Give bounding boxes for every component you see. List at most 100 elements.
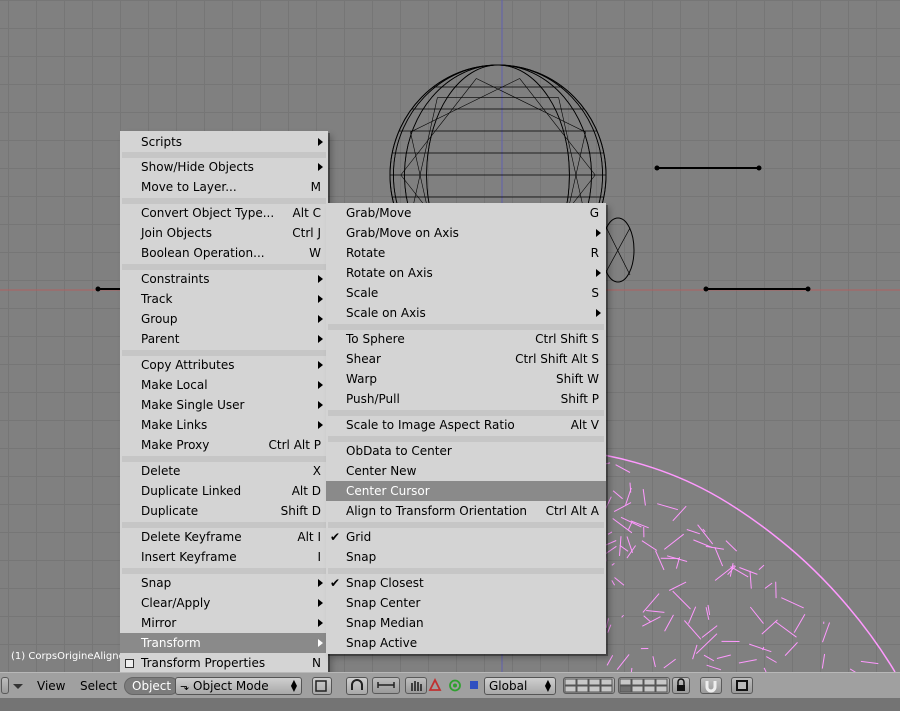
menu-item-duplicate[interactable]: Duplicate Shift D (120, 501, 328, 521)
menu-item-label: Copy Attributes (141, 358, 235, 372)
menu-item-label: Align to Transform Orientation (346, 504, 528, 518)
lock-layers-button[interactable] (672, 677, 690, 694)
submenu-arrow-icon (318, 619, 323, 627)
submenu-arrow-icon (318, 401, 323, 409)
window-type-button[interactable] (1, 677, 9, 694)
menu-item-label: Delete (141, 464, 181, 478)
menu-item-delete[interactable]: Delete X (120, 461, 328, 481)
menu-item-delete-keyframe[interactable]: Delete Keyframe Alt I (120, 527, 328, 547)
cube-wire-icon (315, 680, 327, 692)
layer-buttons-b[interactable] (618, 677, 670, 694)
menu-item-make-proxy[interactable]: Make Proxy Ctrl Alt P (120, 435, 328, 455)
menu-item-label: Group (141, 312, 178, 326)
menu-item-label: Snap Center (346, 596, 421, 610)
menu-item-obdata-to-center[interactable]: ObData to Center (326, 441, 606, 461)
submenu-arrow-icon (318, 381, 323, 389)
align-toggle-button[interactable] (372, 677, 400, 694)
translate-manipulator-icon[interactable] (426, 677, 444, 694)
menu-item-make-links[interactable]: Make Links (120, 415, 328, 435)
menu-item-label: Warp (346, 372, 378, 386)
menu-item-shear[interactable]: Shear Ctrl Shift Alt S (326, 349, 606, 369)
menu-item-warp[interactable]: Warp Shift W (326, 369, 606, 389)
menu-item-make-single-user[interactable]: Make Single User (120, 395, 328, 415)
object-menu[interactable]: Scripts Show/Hide Objects Move to Layer...… (120, 131, 328, 674)
render-preview-button[interactable] (731, 677, 753, 694)
menu-item-snap[interactable]: Snap (120, 573, 328, 593)
rotate-manipulator-icon[interactable] (446, 677, 464, 694)
menu-item-scripts[interactable]: Scripts (120, 132, 328, 152)
menu-item-label: Mirror (141, 616, 177, 630)
menu-item-clear-apply[interactable]: Clear/Apply (120, 593, 328, 613)
arrows-icon (377, 682, 395, 688)
menu-item-label: Convert Object Type... (141, 206, 275, 220)
menu-item-scale[interactable]: Scale S (326, 283, 606, 303)
scale-manipulator-icon[interactable] (466, 677, 484, 694)
lamp-point (654, 165, 660, 171)
submenu-arrow-icon (318, 421, 323, 429)
transform-submenu[interactable]: Grab/Move G Grab/Move on Axis Rotate R Rotate… (326, 203, 606, 654)
menu-item-snap-median[interactable]: Snap Median (326, 613, 606, 633)
select-menu[interactable]: Select (80, 677, 117, 695)
checkmark-icon: ✔ (330, 530, 341, 544)
menu-item-duplicate-linked[interactable]: Duplicate Linked Alt D (120, 481, 328, 501)
menu-item-convert-object-type[interactable]: Convert Object Type... Alt C (120, 203, 328, 223)
menu-item-mirror[interactable]: Mirror (120, 613, 328, 633)
menu-item-shortcut: Ctrl Shift Alt S (515, 352, 599, 366)
pivot-select[interactable] (346, 677, 368, 695)
menu-item-scale-to-image-aspect-ratio[interactable]: Scale to Image Aspect Ratio Alt V (326, 415, 606, 435)
menu-item-copy-attributes[interactable]: Copy Attributes (120, 355, 328, 375)
snap-toggle-button[interactable] (700, 677, 722, 694)
menu-item-grid[interactable]: ✔ Grid (326, 527, 606, 547)
manipulator-toggle-button[interactable] (405, 677, 427, 694)
menu-item-shortcut: Alt V (570, 418, 599, 432)
menu-item-show-hide-objects[interactable]: Show/Hide Objects (120, 157, 328, 177)
draw-type-select[interactable] (312, 677, 332, 695)
object-menu-button[interactable]: Object (124, 677, 180, 695)
menu-item-snap-active[interactable]: Snap Active (326, 633, 606, 653)
checkbox-icon[interactable] (125, 659, 134, 668)
menu-item-make-local[interactable]: Make Local (120, 375, 328, 395)
menu-item-center-cursor[interactable]: Center Cursor (326, 481, 606, 501)
submenu-arrow-icon (318, 138, 323, 146)
hand-icon (411, 681, 422, 691)
menu-item-scale-on-axis[interactable]: Scale on Axis (326, 303, 606, 323)
menu-item-grab-move-on-axis[interactable]: Grab/Move on Axis (326, 223, 606, 243)
submenu-arrow-icon (318, 335, 323, 343)
menu-item-shortcut: Shift W (556, 372, 599, 386)
menu-item-label: Snap Active (346, 636, 418, 650)
submenu-arrow-icon (596, 269, 601, 277)
view-menu[interactable]: View (37, 677, 65, 695)
menu-item-transform-properties[interactable]: Transform Properties N (120, 653, 328, 673)
menu-item-parent[interactable]: Parent (120, 329, 328, 349)
updown-icon: ▲ ▼ (290, 678, 297, 693)
render-icon (736, 680, 748, 691)
collapse-arrow-icon[interactable] (12, 677, 24, 695)
menu-item-group[interactable]: Group (120, 309, 328, 329)
menu-item-to-sphere[interactable]: To Sphere Ctrl Shift S (326, 329, 606, 349)
orientation-select[interactable]: Global ▲ ▼ (484, 677, 556, 695)
menu-item-rotate[interactable]: Rotate R (326, 243, 606, 263)
menu-item-track[interactable]: Track (120, 289, 328, 309)
menu-item-grab-move[interactable]: Grab/Move G (326, 203, 606, 223)
menu-item-label: Make Proxy (141, 438, 210, 452)
menu-item-push-pull[interactable]: Push/Pull Shift P (326, 389, 606, 409)
menu-item-snap-closest[interactable]: ✔ Snap Closest (326, 573, 606, 593)
menu-item-snap-center[interactable]: Snap Center (326, 593, 606, 613)
menu-item-transform[interactable]: Transform (120, 633, 328, 653)
layer-buttons-a[interactable] (563, 677, 615, 694)
menu-item-snap[interactable]: Snap (326, 547, 606, 567)
menu-item-move-to-layer[interactable]: Move to Layer... M (120, 177, 328, 197)
orientation-select-label: Global (489, 679, 528, 693)
menu-item-shortcut: M (310, 180, 321, 194)
menu-item-shortcut: X (312, 464, 321, 478)
menu-item-center-new[interactable]: Center New (326, 461, 606, 481)
submenu-arrow-icon (318, 315, 323, 323)
menu-item-label: Grab/Move (346, 206, 412, 220)
menu-item-rotate-on-axis[interactable]: Rotate on Axis (326, 263, 606, 283)
mode-select[interactable]: ⬎ Object Mode ▲ ▼ (175, 677, 302, 695)
menu-item-insert-keyframe[interactable]: Insert Keyframe I (120, 547, 328, 567)
menu-item-boolean-operation[interactable]: Boolean Operation... W (120, 243, 328, 263)
menu-item-constraints[interactable]: Constraints (120, 269, 328, 289)
menu-item-join-objects[interactable]: Join Objects Ctrl J (120, 223, 328, 243)
menu-item-align-to-transform-orientation[interactable]: Align to Transform Orientation Ctrl Alt A (326, 501, 606, 521)
